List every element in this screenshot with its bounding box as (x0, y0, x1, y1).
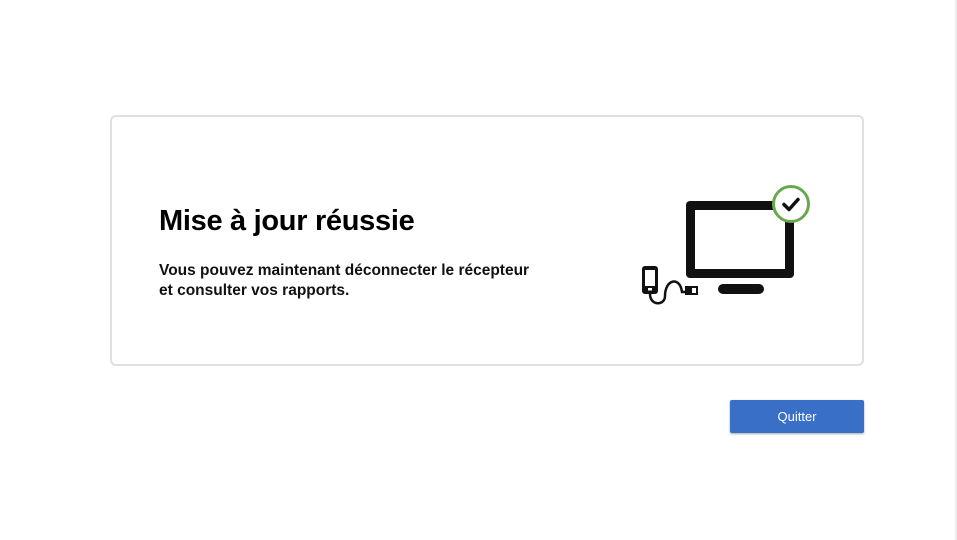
quit-button[interactable]: Quitter (730, 400, 864, 433)
usb-plug-icon (685, 286, 698, 295)
message-line-1: Vous pouvez maintenant déconnecter le ré… (159, 262, 530, 279)
monitor-stand-icon (718, 284, 764, 294)
update-success-page: Mise à jour réussie Vous pouvez maintena… (0, 0, 957, 540)
tv-connected-success-icon (642, 185, 810, 305)
message-line-2: et consulter vos rapports. (159, 282, 350, 299)
success-card: Mise à jour réussie Vous pouvez maintena… (110, 115, 864, 366)
page-title: Mise à jour réussie (159, 205, 415, 237)
check-badge-icon (772, 185, 810, 223)
success-message: Vous pouvez maintenant déconnecter le ré… (159, 261, 539, 301)
